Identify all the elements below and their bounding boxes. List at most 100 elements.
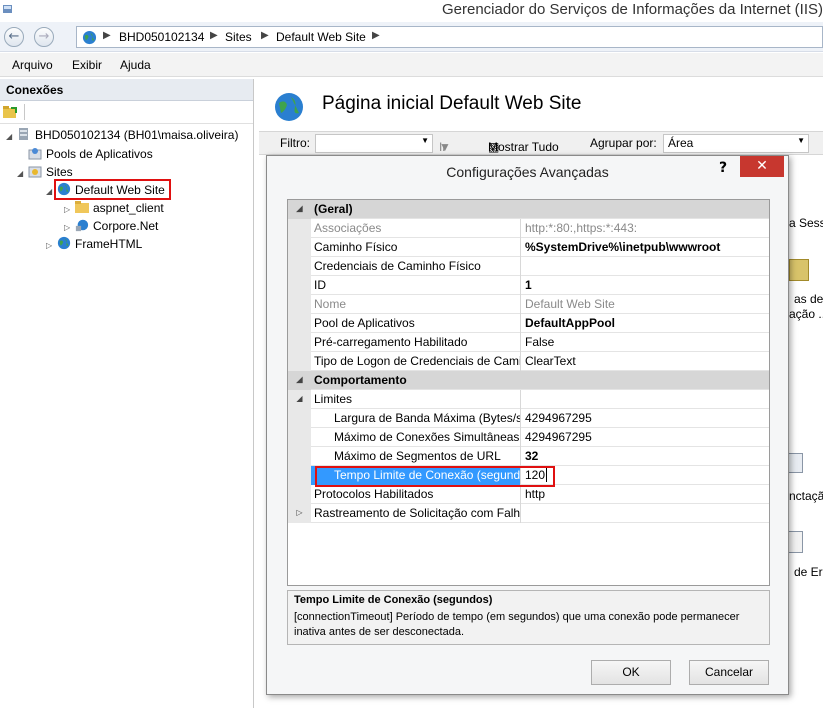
new-connection-icon[interactable] [2, 105, 18, 119]
property-value[interactable] [522, 504, 769, 523]
row-gutter [288, 447, 311, 466]
tree-item-framehtml[interactable]: ▷ FrameHTML [46, 235, 142, 253]
property-name: Largura de Banda Máxima (Bytes/se [311, 409, 521, 428]
feature-label-peek[interactable]: nctaçã [789, 489, 823, 503]
property-row[interactable]: Credenciais de Caminho Físico [288, 257, 769, 276]
property-row[interactable]: ID 1 [288, 276, 769, 295]
feature-label-peek[interactable]: ação ... [789, 307, 823, 321]
property-value[interactable]: http:*:80:,https:*:443: [522, 219, 769, 238]
property-value[interactable]: Default Web Site [522, 295, 769, 314]
feature-label-peek[interactable]: a Sessã [789, 216, 823, 230]
row-gutter [288, 276, 311, 295]
folder-icon [75, 201, 89, 213]
expand-arrow-icon[interactable]: ▷ [46, 237, 56, 255]
group-by-value: Área [668, 136, 694, 150]
row-gutter [288, 428, 311, 447]
advanced-settings-dialog: Configurações Avançadas ? ✕ ◢ (Geral) As… [266, 155, 789, 695]
category-row-behavior[interactable]: ◢ Comportamento [288, 371, 769, 390]
property-row[interactable]: ▷ Rastreamento de Solicitação com Falha [288, 504, 769, 523]
property-value[interactable]: http [522, 485, 769, 504]
row-gutter [288, 409, 311, 428]
property-value[interactable]: 1 [522, 276, 769, 295]
property-value[interactable]: ClearText [522, 352, 769, 371]
breadcrumb-sites[interactable]: Sites [225, 30, 252, 44]
server-icon [19, 128, 28, 140]
menu-ajuda[interactable]: Ajuda [120, 58, 151, 72]
property-row-limits[interactable]: ◢ Limites [288, 390, 769, 409]
property-value[interactable]: 4294967295 [522, 409, 769, 428]
group-by-select[interactable]: Área ▼ [663, 134, 809, 153]
collapse-arrow-icon[interactable]: ◢ [288, 390, 311, 409]
tree-item-server[interactable]: ◢ BHD050102134 (BH01\maisa.oliveira) [6, 126, 238, 144]
property-row[interactable]: Caminho Físico %SystemDrive%\inetpub\www… [288, 238, 769, 257]
globe-icon [57, 236, 71, 250]
tree-label: Pools de Aplicativos [46, 147, 153, 161]
feature-label-peek[interactable]: as de [794, 292, 823, 306]
menu-bar: Arquivo Exibir Ajuda [0, 53, 823, 77]
property-name: Máximo de Conexões Simultâneas [311, 428, 521, 447]
expand-arrow-icon[interactable]: ▷ [288, 504, 311, 523]
title-bar: Gerenciador do Serviços de Informações d… [0, 0, 823, 22]
property-row[interactable]: Tipo de Logon de Credenciais de Camin Cl… [288, 352, 769, 371]
breadcrumb-separator: ▶ [210, 30, 218, 41]
property-value[interactable] [522, 257, 769, 276]
tree-label: Sites [46, 165, 73, 179]
back-arrow-icon: ← [8, 29, 20, 44]
address-bar[interactable]: ▶ BHD050102134 ▶ Sites ▶ Default Web Sit… [76, 26, 823, 48]
connections-panel: Conexões ◢ BHD050102134 (BH01\maisa.olive… [0, 79, 254, 708]
property-name: ID [311, 276, 521, 295]
breadcrumb-server[interactable]: BHD050102134 [119, 30, 204, 44]
row-gutter [288, 352, 311, 371]
property-row[interactable]: Pré-carregamento Habilitado False [288, 333, 769, 352]
close-button[interactable]: ✕ [740, 156, 784, 177]
property-row[interactable]: Máximo de Segmentos de URL 32 [288, 447, 769, 466]
tree-item-app-pools[interactable]: Pools de Aplicativos [27, 145, 153, 163]
connection-timeout-input[interactable]: 120 [522, 466, 769, 485]
collapse-arrow-icon[interactable]: ◢ [6, 128, 16, 146]
site-globe-icon [275, 93, 303, 121]
property-row[interactable]: Associações http:*:80:,https:*:443: [288, 219, 769, 238]
cancel-button[interactable]: Cancelar [689, 660, 769, 685]
forward-arrow-icon: → [38, 29, 50, 44]
page-title: Página inicial Default Web Site [322, 93, 582, 114]
forward-button[interactable]: → [34, 27, 54, 47]
ok-button[interactable]: OK [591, 660, 671, 685]
breadcrumb-site[interactable]: Default Web Site [276, 30, 366, 44]
tree-item-aspnet-client[interactable]: ▷ aspnet_client [64, 199, 164, 217]
error-pages-icon [787, 531, 803, 553]
menu-exibir[interactable]: Exibir [72, 58, 102, 72]
row-gutter [288, 314, 311, 333]
category-label: Comportamento [314, 373, 407, 387]
back-button[interactable]: ← [4, 27, 24, 47]
property-value[interactable]: False [522, 333, 769, 352]
tree-item-corpore-net[interactable]: ▷ Corpore.Net [64, 217, 158, 235]
property-name: Máximo de Segmentos de URL [311, 447, 521, 466]
property-value[interactable]: DefaultAppPool [522, 314, 769, 333]
property-value[interactable] [522, 390, 769, 409]
menu-arquivo[interactable]: Arquivo [12, 58, 53, 72]
category-row-general[interactable]: ◢ (Geral) [288, 200, 769, 219]
property-row[interactable]: Protocolos Habilitados http [288, 485, 769, 504]
property-value[interactable]: %SystemDrive%\inetpub\wwwroot [522, 238, 769, 257]
filter-input[interactable]: ▼ [315, 134, 433, 153]
help-button[interactable]: ? [719, 160, 727, 176]
navigation-bar: ← → ▶ BHD050102134 ▶ Sites ▶ Default Web… [0, 22, 823, 52]
description-panel: Tempo Limite de Conexão (segundos) [conn… [287, 590, 770, 645]
property-value[interactable]: 4294967295 [522, 428, 769, 447]
row-gutter [288, 257, 311, 276]
property-row[interactable]: Largura de Banda Máxima (Bytes/se 429496… [288, 409, 769, 428]
property-row[interactable]: Nome Default Web Site [288, 295, 769, 314]
lock-icon [789, 259, 809, 281]
property-row[interactable]: Máximo de Conexões Simultâneas 429496729… [288, 428, 769, 447]
collapse-arrow-icon[interactable]: ◢ [288, 371, 311, 390]
group-by-label: Agrupar por: [590, 136, 657, 150]
row-gutter [288, 466, 311, 485]
property-row[interactable]: Pool de Aplicativos DefaultAppPool [288, 314, 769, 333]
collapse-arrow-icon[interactable]: ◢ [288, 200, 311, 219]
property-name: Pré-carregamento Habilitado [311, 333, 521, 352]
property-name: Caminho Físico [311, 238, 521, 257]
feature-label-peek[interactable]: de Err [794, 565, 823, 579]
category-label: (Geral) [314, 202, 353, 216]
collapse-arrow-icon[interactable]: ◢ [17, 165, 27, 183]
property-value[interactable]: 32 [522, 447, 769, 466]
